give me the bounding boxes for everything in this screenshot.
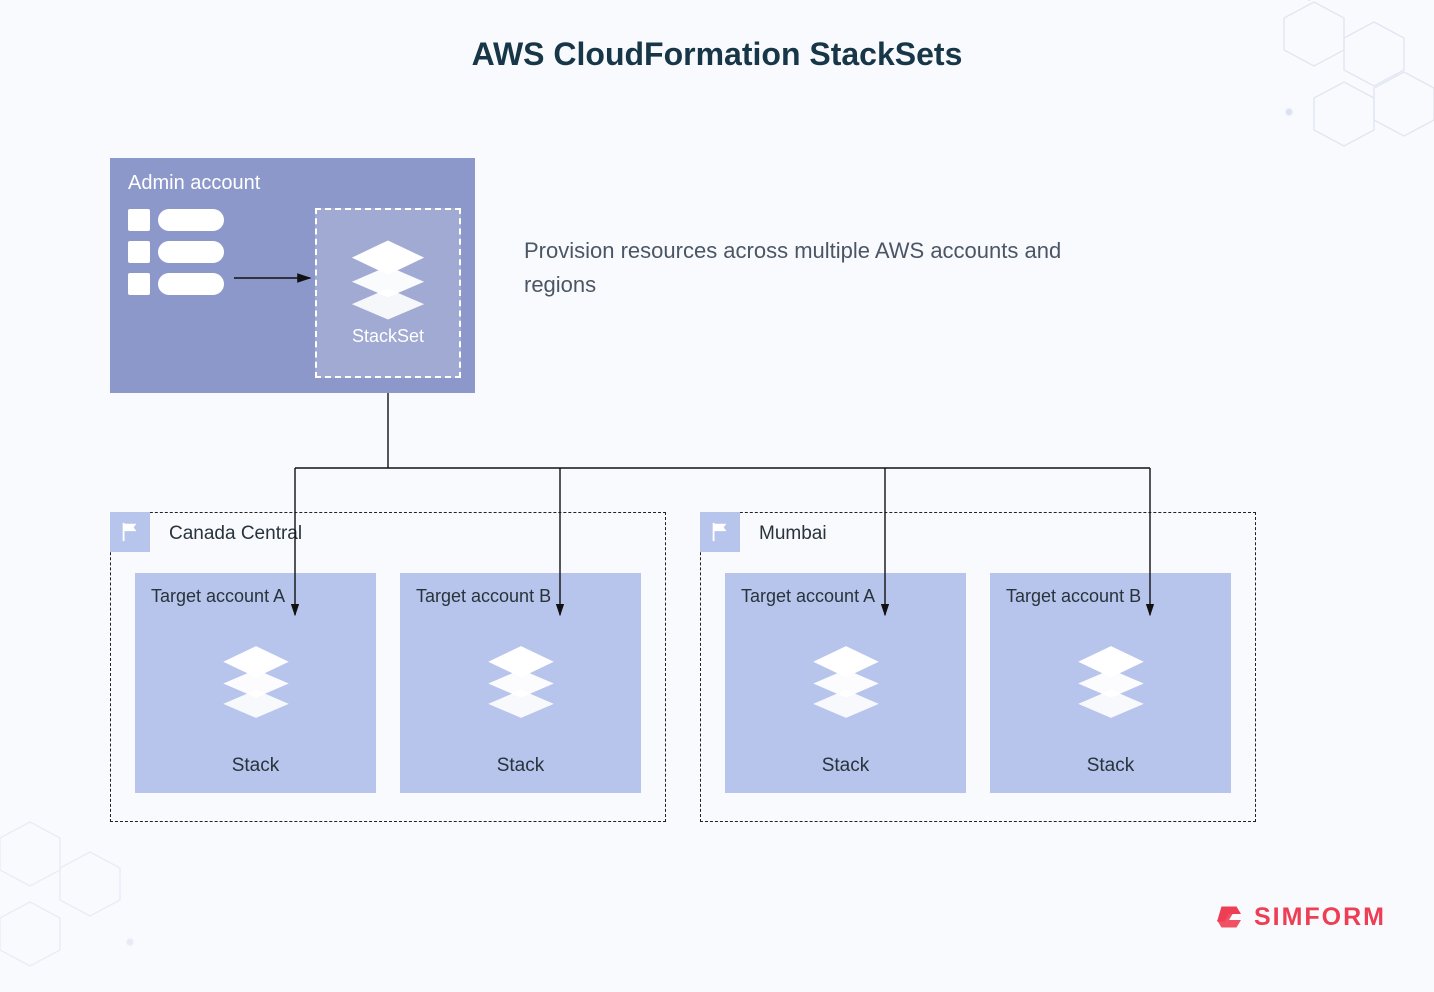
admin-title: Admin account	[128, 172, 457, 195]
target-account-box: Target account A Stack	[135, 573, 376, 793]
stack-icon	[416, 608, 625, 755]
stackset-icon	[345, 240, 431, 320]
stackset-label: StackSet	[352, 326, 424, 347]
diagram-canvas: AWS CloudFormation StackSets Admin accou…	[0, 0, 1434, 962]
target-account-box: Target account B Stack	[400, 573, 641, 793]
stack-label: Stack	[416, 755, 625, 777]
simform-logo-icon	[1214, 902, 1244, 932]
region-canada-central: Canada Central Target account A Stack Ta…	[110, 512, 666, 822]
stackset-box: StackSet	[315, 208, 461, 378]
target-account-box: Target account B Stack	[990, 573, 1231, 793]
stack-icon	[151, 608, 360, 755]
target-account-box: Target account A Stack	[725, 573, 966, 793]
region-title: Mumbai	[759, 523, 827, 545]
brand-text: SIMFORM	[1254, 903, 1386, 932]
admin-account-box: Admin account StackSet	[110, 158, 475, 393]
description-text: Provision resources across multiple AWS …	[524, 234, 1064, 302]
target-title: Target account B	[416, 585, 625, 608]
hex-decoration-icon	[1254, 0, 1434, 172]
stack-label: Stack	[1006, 755, 1215, 777]
target-title: Target account B	[1006, 585, 1215, 608]
page-title: AWS CloudFormation StackSets	[0, 36, 1434, 73]
stack-label: Stack	[741, 755, 950, 777]
stack-icon	[741, 608, 950, 755]
target-title: Target account A	[741, 585, 950, 608]
target-title: Target account A	[151, 585, 360, 608]
region-mumbai: Mumbai Target account A Stack Target acc…	[700, 512, 1256, 822]
hex-decoration-icon	[0, 792, 170, 992]
brand-logo: SIMFORM	[1214, 902, 1386, 932]
stack-icon	[1006, 608, 1215, 755]
flag-icon	[110, 512, 150, 552]
template-list-icon	[128, 209, 224, 295]
stack-label: Stack	[151, 755, 360, 777]
flag-icon	[700, 512, 740, 552]
region-title: Canada Central	[169, 523, 302, 545]
